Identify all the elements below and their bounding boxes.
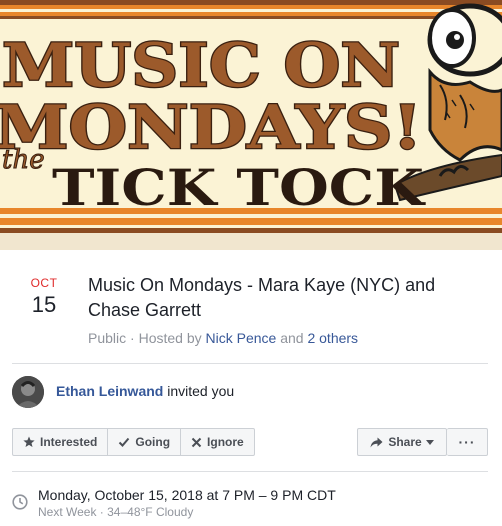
event-privacy: Public	[88, 330, 127, 346]
share-button[interactable]: Share	[357, 428, 447, 456]
going-label: Going	[135, 435, 171, 449]
event-weather: Next Week · 34–48°F Cloudy	[38, 505, 194, 519]
chevron-down-icon	[425, 439, 434, 445]
star-icon	[23, 436, 35, 447]
event-hosted-line: Public · Hosted by Nick Pence and 2 othe…	[88, 330, 358, 346]
event-title: Music On Mondays - Mara Kaye (NYC) and C…	[88, 275, 436, 320]
host-link[interactable]: Nick Pence	[206, 330, 277, 346]
divider	[12, 363, 488, 364]
banner-line2: MONDAYS!	[0, 93, 422, 163]
ignore-label: Ignore	[207, 435, 244, 449]
banner-line3-small: the	[2, 145, 45, 175]
going-button[interactable]: Going	[107, 429, 180, 455]
rsvp-button-group: Interested Going Ignore	[12, 428, 255, 456]
ignore-button[interactable]: Ignore	[180, 429, 254, 455]
interested-button[interactable]: Interested	[13, 429, 107, 455]
clock-icon	[12, 494, 28, 510]
more-options-button[interactable]: ···	[447, 428, 488, 456]
share-label: Share	[388, 435, 422, 449]
avatar[interactable]	[12, 376, 44, 408]
check-icon	[119, 437, 130, 447]
event-cover-banner: MUSIC ON MONDAYS! the TICK TOCK	[0, 0, 502, 250]
close-icon	[191, 437, 202, 447]
share-arrow-icon	[370, 437, 383, 447]
banner-line3-big: TICK TOCK	[52, 158, 426, 217]
invite-line: Ethan Leinwand invited you	[56, 383, 234, 399]
banner-title-art: MUSIC ON MONDAYS! the TICK TOCK	[0, 30, 426, 217]
avatar-image	[12, 376, 44, 408]
hosted-by-label: · Hosted by	[130, 330, 202, 346]
event-date-badge: OCT 15	[24, 276, 64, 318]
event-datetime[interactable]: Monday, October 15, 2018 at 7 PM – 9 PM …	[38, 487, 336, 503]
event-month: OCT	[30, 276, 58, 290]
interested-label: Interested	[40, 435, 98, 449]
inviter-link[interactable]: Ethan Leinwand	[56, 383, 163, 399]
divider	[12, 471, 488, 472]
banner-line1: MUSIC ON	[2, 31, 400, 101]
invite-text: invited you	[167, 383, 235, 399]
and-label: and	[280, 330, 304, 346]
event-day: 15	[31, 292, 57, 317]
other-hosts-link[interactable]: 2 others	[307, 330, 358, 346]
